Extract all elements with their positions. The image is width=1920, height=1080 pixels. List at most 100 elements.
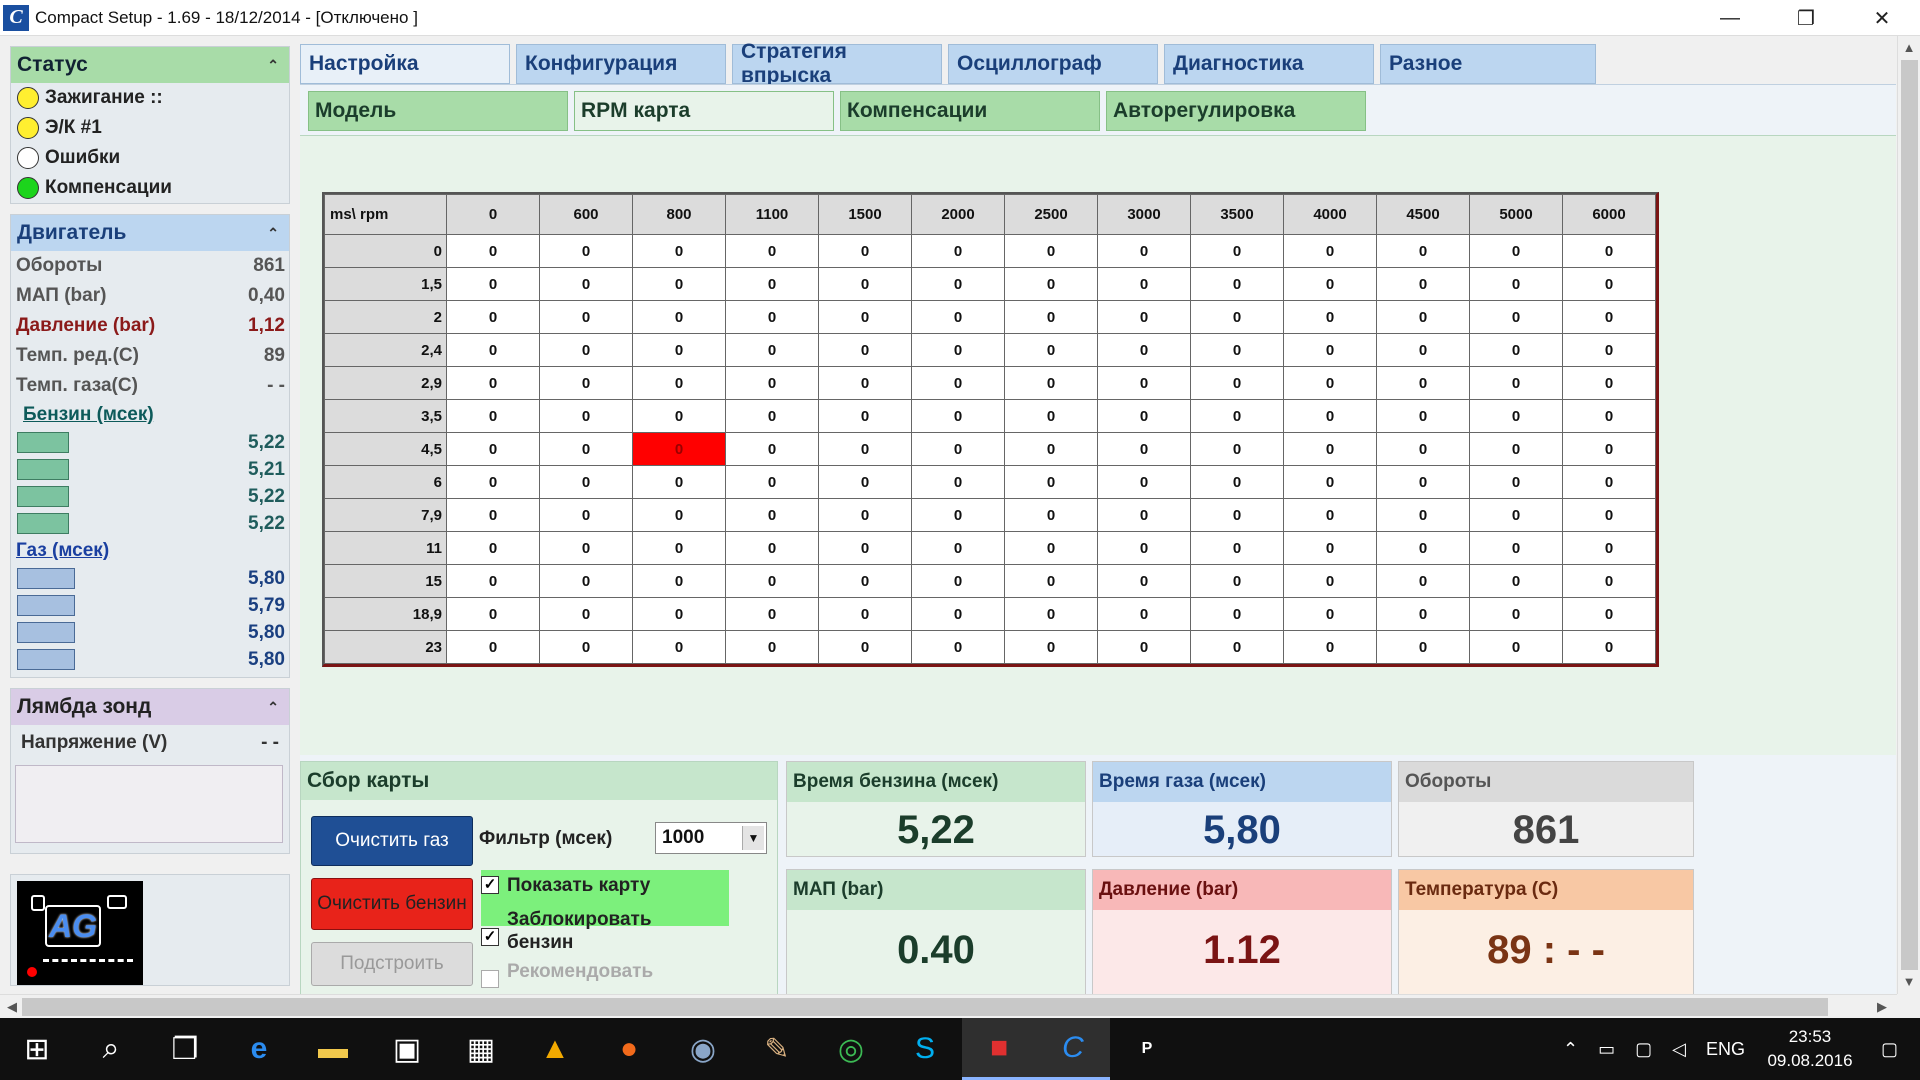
map-cell[interactable]: 0 [1283, 300, 1377, 334]
map-cell[interactable]: 0 [446, 597, 540, 631]
map-cell[interactable]: 0 [911, 267, 1005, 301]
map-cell[interactable]: 0 [446, 234, 540, 268]
map-cell[interactable]: 0 [1562, 432, 1656, 466]
lambda-header[interactable]: Лямбда зонд ⌃ [11, 689, 289, 725]
map-cell[interactable]: 0 [1469, 300, 1563, 334]
map-cell[interactable]: 0 [725, 630, 819, 664]
collapse-icon[interactable]: ⌃ [267, 699, 279, 716]
map-cell[interactable]: 0 [725, 399, 819, 433]
tab-main-3[interactable]: Осциллограф [948, 44, 1158, 84]
map-cell[interactable]: 0 [911, 531, 1005, 565]
map-cell[interactable]: 0 [1190, 366, 1284, 400]
map-cell[interactable]: 0 [1190, 498, 1284, 532]
map-cell[interactable]: 0 [1097, 564, 1191, 598]
map-cell[interactable]: 0 [1469, 234, 1563, 268]
tab-sub-3[interactable]: Авторегулировка [1106, 91, 1366, 131]
map-cell[interactable]: 0 [539, 267, 633, 301]
map-cell[interactable]: 0 [911, 465, 1005, 499]
vertical-scroll-thumb[interactable] [1901, 60, 1918, 970]
map-cell[interactable]: 0 [632, 267, 726, 301]
engine-header[interactable]: Двигатель ⌃ [11, 215, 289, 251]
lock-petrol-checkbox[interactable]: ✓ [481, 928, 499, 946]
map-cell[interactable]: 0 [539, 300, 633, 334]
map-cell[interactable]: 0 [1190, 630, 1284, 664]
map-cell[interactable]: 0 [1283, 366, 1377, 400]
map-cell[interactable]: 0 [1004, 498, 1098, 532]
map-cell[interactable]: 0 [911, 333, 1005, 367]
map-cell[interactable]: 0 [1283, 399, 1377, 433]
map-cell[interactable]: 0 [1469, 597, 1563, 631]
map-cell[interactable]: 0 [725, 465, 819, 499]
tab-main-4[interactable]: Диагностика [1164, 44, 1374, 84]
map-cell[interactable]: 0 [1190, 597, 1284, 631]
map-cell[interactable]: 0 [446, 432, 540, 466]
map-cell[interactable]: 0 [446, 399, 540, 433]
map-cell[interactable]: 0 [1097, 465, 1191, 499]
map-cell[interactable]: 0 [539, 498, 633, 532]
tab-sub-1[interactable]: RPM карта [574, 91, 834, 131]
map-cell[interactable]: 0 [1004, 333, 1098, 367]
map-cell[interactable]: 0 [1469, 630, 1563, 664]
tab-sub-0[interactable]: Модель [308, 91, 568, 131]
clear-gas-button[interactable]: Очистить газ [311, 816, 473, 866]
map-cell[interactable]: 0 [539, 564, 633, 598]
map-cell[interactable]: 0 [1562, 234, 1656, 268]
map-cell[interactable]: 0 [1004, 399, 1098, 433]
scroll-down-icon[interactable]: ▼ [1899, 974, 1919, 989]
gas-link[interactable]: Газ (мсек) [11, 537, 289, 565]
map-cell[interactable]: 0 [1562, 564, 1656, 598]
start-icon[interactable]: ⊞ [0, 1018, 74, 1080]
map-cell[interactable]: 0 [818, 399, 912, 433]
map-cell[interactable]: 0 [446, 564, 540, 598]
map-cell[interactable]: 0 [1283, 234, 1377, 268]
map-cell[interactable]: 0 [1469, 366, 1563, 400]
map-cell[interactable]: 0 [1469, 432, 1563, 466]
map-cell[interactable]: 0 [539, 333, 633, 367]
map-cell[interactable]: 0 [1283, 597, 1377, 631]
explorer-icon[interactable]: ▬ [296, 1018, 370, 1080]
map-cell[interactable]: 0 [1190, 399, 1284, 433]
map-cell[interactable]: 0 [1004, 531, 1098, 565]
map-cell[interactable]: 0 [1376, 531, 1470, 565]
map-cell[interactable]: 0 [1376, 498, 1470, 532]
map-cell[interactable]: 0 [1376, 564, 1470, 598]
map-cell[interactable]: 0 [1376, 333, 1470, 367]
store-icon[interactable]: ▣ [370, 1018, 444, 1080]
map-cell[interactable]: 0 [911, 498, 1005, 532]
search-icon[interactable]: ⌕ [74, 1018, 148, 1080]
scroll-up-icon[interactable]: ▲ [1899, 40, 1919, 55]
map-cell[interactable]: 0 [1190, 300, 1284, 334]
map-cell[interactable]: 0 [1004, 366, 1098, 400]
chrome-icon[interactable]: ◎ [814, 1018, 888, 1080]
map-cell[interactable]: 0 [1376, 366, 1470, 400]
map-cell[interactable]: 0 [1283, 564, 1377, 598]
battery-icon[interactable]: ▭ [1598, 1039, 1615, 1060]
paint-icon[interactable]: ✎ [740, 1018, 814, 1080]
map-cell[interactable]: 0 [632, 531, 726, 565]
map-cell[interactable]: 0 [632, 597, 726, 631]
map-cell[interactable]: 0 [539, 630, 633, 664]
map-cell[interactable]: 0 [1283, 333, 1377, 367]
map-cell[interactable]: 0 [632, 498, 726, 532]
map-cell[interactable]: 0 [1283, 465, 1377, 499]
maximize-button[interactable]: ❐ [1768, 0, 1844, 36]
chevron-down-icon[interactable]: ▼ [742, 826, 764, 850]
map-cell[interactable]: 0 [725, 531, 819, 565]
map-cell[interactable]: 0 [911, 597, 1005, 631]
map-cell[interactable]: 0 [1376, 630, 1470, 664]
petrol-link[interactable]: Бензин (мсек) [11, 401, 289, 429]
collapse-icon[interactable]: ⌃ [267, 225, 279, 242]
map-cell-selected[interactable]: 0 [632, 432, 726, 466]
map-cell[interactable]: 0 [539, 531, 633, 565]
map-cell[interactable]: 0 [1004, 630, 1098, 664]
map-cell[interactable]: 0 [725, 597, 819, 631]
map-cell[interactable]: 0 [1376, 300, 1470, 334]
poom-icon[interactable]: P [1110, 1018, 1184, 1080]
map-cell[interactable]: 0 [632, 630, 726, 664]
map-cell[interactable]: 0 [725, 267, 819, 301]
map-cell[interactable]: 0 [911, 366, 1005, 400]
compact-setup-taskbar-icon[interactable]: C [1036, 1018, 1110, 1080]
map-cell[interactable]: 0 [1376, 597, 1470, 631]
qbittorrent-icon[interactable]: ◉ [666, 1018, 740, 1080]
map-cell[interactable]: 0 [1562, 300, 1656, 334]
